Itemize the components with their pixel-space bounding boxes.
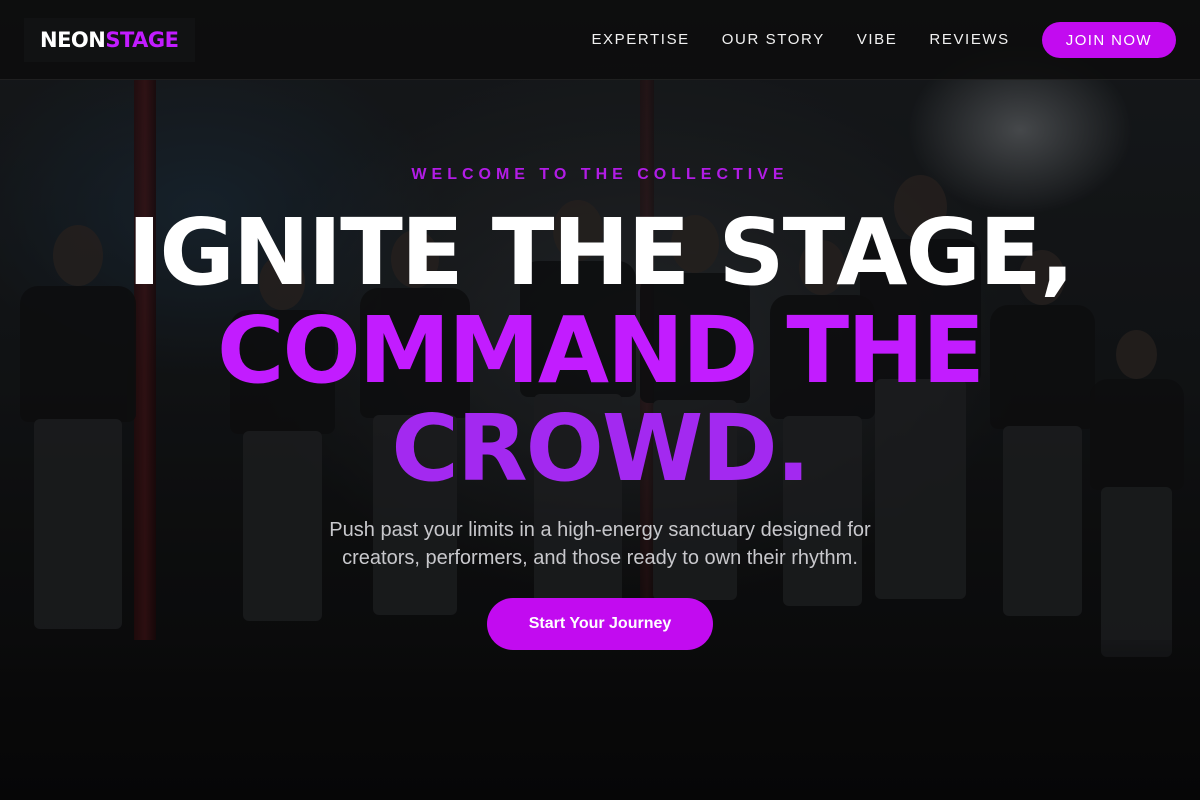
nav-item-vibe[interactable]: VIBE: [857, 22, 898, 58]
join-now-button[interactable]: JOIN NOW: [1041, 22, 1176, 58]
main-nav: EXPERTISE OUR STORY VIBE REVIEWS JOIN NO…: [591, 22, 1176, 58]
brand-logo-part1: NEON: [40, 28, 106, 52]
nav-item-our-story[interactable]: OUR STORY: [722, 22, 825, 58]
nav-item-reviews[interactable]: REVIEWS: [929, 22, 1009, 58]
nav-item-expertise[interactable]: EXPERTISE: [591, 22, 689, 58]
hero-eyebrow: WELCOME TO THE COLLECTIVE: [411, 166, 789, 183]
headline-line-1: IGNITE THE STAGE,: [127, 199, 1075, 306]
brand-logo[interactable]: NEON STAGE: [24, 18, 195, 62]
hero-headline: IGNITE THE STAGE, COMMAND THE CROWD.: [0, 204, 1200, 498]
headline-line-3: CROWD.: [391, 395, 810, 502]
hero-section: WELCOME TO THE COLLECTIVE IGNITE THE STA…: [0, 80, 1200, 800]
brand-logo-part2: STAGE: [105, 28, 179, 52]
site-header: NEON STAGE EXPERTISE OUR STORY VIBE REVIE…: [0, 0, 1200, 80]
headline-line-2: COMMAND THE: [216, 297, 985, 404]
hero-subtitle: Push past your limits in a high-energy s…: [329, 519, 871, 569]
start-journey-button[interactable]: Start Your Journey: [487, 598, 713, 650]
